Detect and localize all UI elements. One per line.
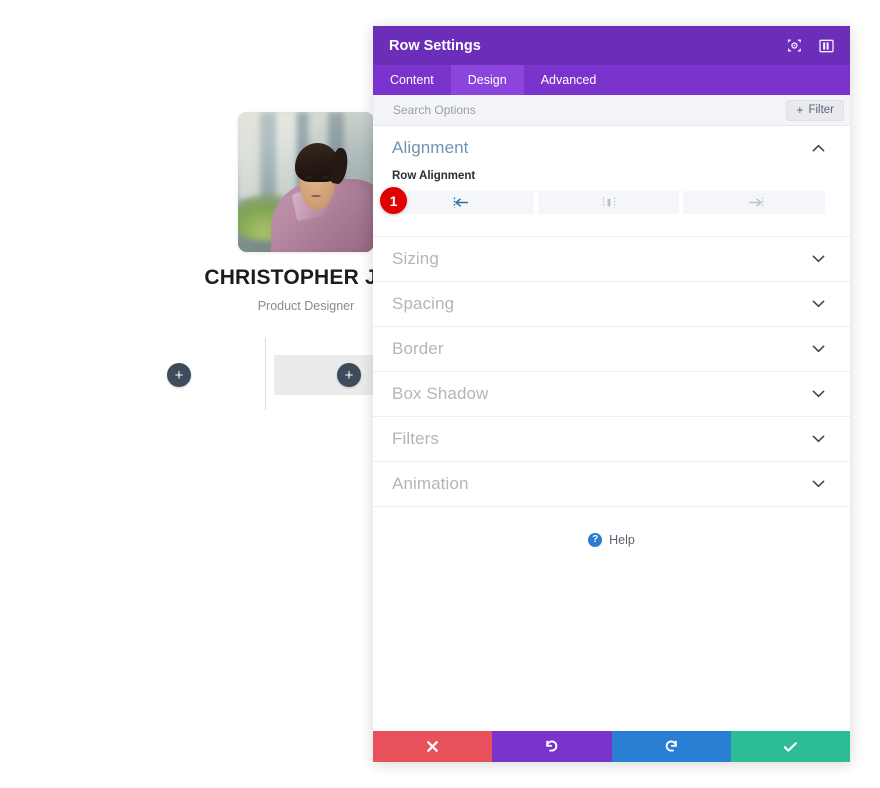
modal-header-actions: [787, 38, 834, 53]
section-alignment-header[interactable]: Alignment: [373, 126, 850, 170]
align-right-button[interactable]: [683, 191, 826, 214]
section-animation[interactable]: Animation: [373, 462, 850, 507]
chevron-down-icon: [812, 390, 825, 398]
section-filters[interactable]: Filters: [373, 417, 850, 462]
photo-eye-left: [304, 175, 312, 179]
undo-button[interactable]: [492, 731, 612, 762]
modal-header: Row Settings: [373, 26, 850, 65]
section-animation-title: Animation: [392, 474, 469, 493]
add-module-button[interactable]: +: [337, 363, 361, 387]
photo-eye-right: [322, 175, 330, 179]
row-settings-modal: Row Settings Content Design Advanced Sea…: [373, 26, 850, 762]
section-spacing[interactable]: Spacing: [373, 282, 850, 327]
redo-button[interactable]: [611, 731, 731, 762]
section-alignment-title: Alignment: [392, 138, 469, 157]
chevron-up-icon: [812, 144, 825, 152]
modal-body: Alignment Row Alignment Sizing Spacing B…: [373, 126, 850, 731]
help-question-icon: ?: [588, 533, 603, 547]
filter-button[interactable]: + Filter: [786, 99, 844, 121]
search-bar: + Filter: [373, 95, 850, 126]
chevron-down-icon: [812, 345, 825, 353]
tab-advanced[interactable]: Advanced: [524, 65, 614, 95]
modal-title: Row Settings: [389, 37, 481, 54]
add-row-button[interactable]: +: [167, 363, 191, 387]
help-link[interactable]: ? Help: [373, 507, 850, 567]
chevron-down-icon: [812, 480, 825, 488]
chevron-down-icon: [812, 255, 825, 263]
row-alignment-label: Row Alignment: [392, 170, 476, 182]
modal-tabbar: Content Design Advanced: [373, 65, 850, 95]
align-left-button[interactable]: [392, 191, 534, 214]
chevron-down-icon: [812, 435, 825, 443]
screenshot-root: CHRISTOPHER JOE Product Designer + + Row…: [0, 0, 880, 788]
step-badge-1: 1: [380, 187, 407, 214]
filter-button-label: Filter: [808, 103, 834, 116]
section-alignment-body: Row Alignment: [373, 170, 850, 236]
search-input[interactable]: [391, 102, 787, 118]
chevron-down-icon: [812, 300, 825, 308]
tab-content[interactable]: Content: [373, 65, 451, 95]
align-center-button[interactable]: [537, 191, 680, 214]
row-alignment-options: [392, 191, 826, 214]
tab-design[interactable]: Design: [450, 65, 524, 95]
section-alignment: Alignment Row Alignment: [373, 126, 850, 237]
section-box-shadow-title: Box Shadow: [392, 384, 489, 403]
section-filters-title: Filters: [392, 429, 439, 448]
cancel-button[interactable]: [373, 731, 493, 762]
section-sizing-title: Sizing: [392, 249, 439, 268]
section-border-title: Border: [392, 339, 444, 358]
portrait-photo: [238, 112, 374, 252]
section-sizing[interactable]: Sizing: [373, 237, 850, 282]
plus-icon: +: [796, 102, 804, 117]
section-box-shadow[interactable]: Box Shadow: [373, 372, 850, 417]
layout-panel-icon[interactable]: [819, 38, 834, 53]
column-divider: [265, 338, 266, 410]
section-spacing-title: Spacing: [392, 294, 455, 313]
focus-target-icon[interactable]: [787, 38, 802, 53]
modal-footer: [373, 731, 850, 762]
section-border[interactable]: Border: [373, 327, 850, 372]
save-button[interactable]: [730, 731, 850, 762]
help-label: Help: [609, 533, 635, 547]
